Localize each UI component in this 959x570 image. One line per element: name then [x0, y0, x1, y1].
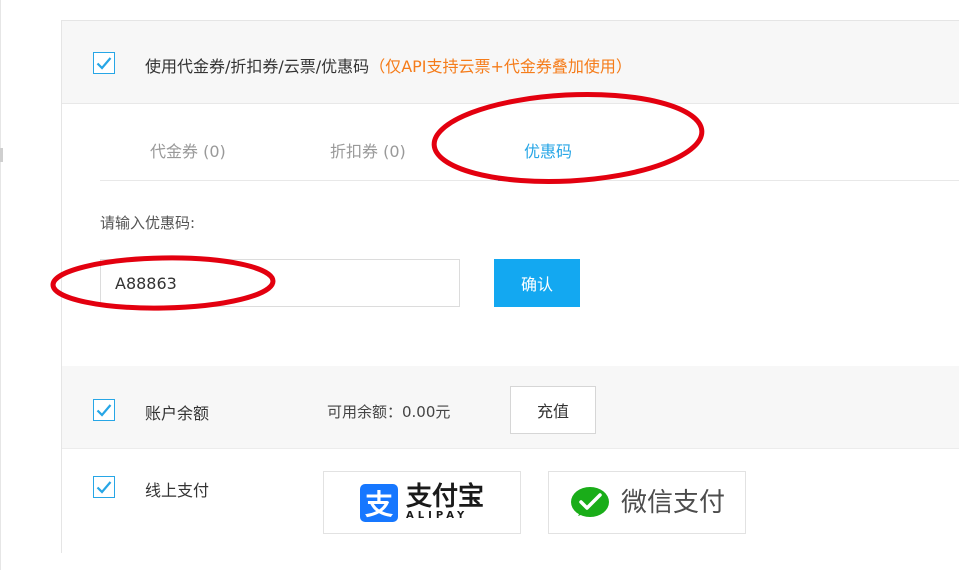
- balance-row: 账户余额 可用余额：0.00元 充值: [62, 366, 959, 449]
- checkmark-icon: [96, 57, 112, 70]
- alipay-sub: ALIPAY: [405, 510, 469, 521]
- online-payment-label: 线上支付: [145, 481, 210, 500]
- checkmark-icon: [96, 404, 112, 417]
- coupon-tabs: 代金券 (0) 折扣券 (0) 优惠码: [100, 104, 959, 181]
- coupon-header-row: 使用代金券/折扣券/云票/优惠码（仅API支持云票+代金券叠加使用）: [62, 21, 959, 104]
- alipay-logo: 支 支付宝 ALIPAY: [359, 482, 484, 522]
- coupon-label-line: 使用代金券/折扣券/云票/优惠码（仅API支持云票+代金券叠加使用）: [145, 53, 632, 77]
- alipay-icon: 支: [359, 483, 398, 522]
- available-balance: 可用余额：0.00元: [327, 403, 451, 421]
- active-tab-underline: [498, 179, 584, 181]
- wechat-pay-option[interactable]: 微信支付: [548, 471, 746, 534]
- tab-promo-code[interactable]: 优惠码: [524, 138, 572, 162]
- wechat-pay-icon: [570, 486, 609, 517]
- balance-checkbox[interactable]: [93, 399, 115, 421]
- promo-code-prompt: 请输入优惠码:: [100, 214, 196, 232]
- online-payment-checkbox[interactable]: [93, 476, 115, 498]
- left-edge-mark: [0, 148, 3, 162]
- coupon-checkbox[interactable]: [93, 52, 115, 74]
- wechat-pay-logo: 微信支付: [569, 485, 725, 521]
- coupon-code-area: 代金券 (0) 折扣券 (0) 优惠码 请输入优惠码: 确认: [62, 104, 959, 366]
- promo-code-input[interactable]: [100, 259, 460, 307]
- balance-label: 账户余额: [145, 404, 210, 423]
- confirm-button[interactable]: 确认: [494, 259, 580, 307]
- tab-discount[interactable]: 折扣券 (0): [330, 138, 406, 162]
- tab-voucher[interactable]: 代金券 (0): [150, 138, 226, 162]
- alipay-text: 支付宝: [405, 482, 484, 512]
- recharge-button[interactable]: 充值: [510, 386, 596, 434]
- payment-options-panel: 使用代金券/折扣券/云票/优惠码（仅API支持云票+代金券叠加使用） 代金券 (…: [61, 20, 959, 553]
- checkmark-icon: [96, 481, 112, 494]
- wechat-pay-text: 微信支付: [620, 487, 725, 518]
- coupon-label: 使用代金券/折扣券/云票/优惠码: [145, 57, 370, 76]
- online-payment-row: 线上支付 支 支付宝 ALIPAY 微信支付: [62, 449, 959, 553]
- alipay-option[interactable]: 支 支付宝 ALIPAY: [323, 471, 521, 534]
- coupon-note: （仅API支持云票+代金券叠加使用）: [369, 57, 632, 76]
- left-edge-rule: [0, 0, 1, 570]
